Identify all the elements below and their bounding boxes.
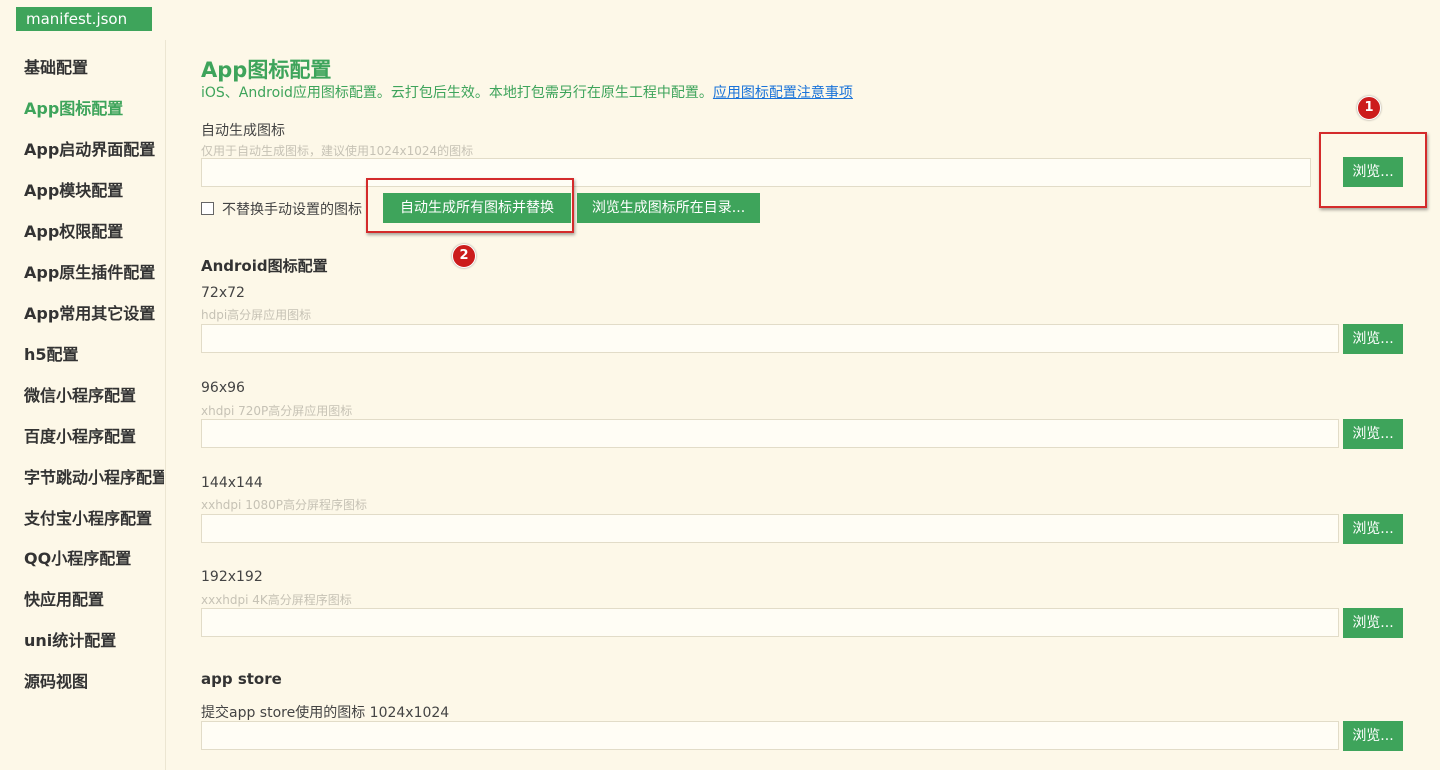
sidebar-item-toutiao[interactable]: 字节跳动小程序配置 — [24, 464, 164, 488]
appstore-section-title: app store — [201, 670, 282, 688]
android-144-browse-button[interactable]: 浏览... — [1343, 514, 1403, 544]
sidebar-item-h5[interactable]: h5配置 — [24, 341, 164, 365]
sidebar-item-app-splash[interactable]: App启动界面配置 — [24, 136, 164, 160]
android-96-hint: xhdpi 720P高分屏应用图标 — [201, 404, 353, 418]
description-text: iOS、Android应用图标配置。云打包后生效。本地打包需另行在原生工程中配置… — [201, 85, 713, 101]
keep-manual-icons-label: 不替换手动设置的图标 — [222, 202, 362, 218]
appstore-icon-label: 提交app store使用的图标 1024x1024 — [201, 705, 450, 721]
sidebar-item-weixin[interactable]: 微信小程序配置 — [24, 382, 164, 406]
browse-generated-dir-button[interactable]: 浏览生成图标所在目录... — [577, 193, 760, 223]
auto-icon-hint: 仅用于自动生成图标，建议使用1024x1024的图标 — [201, 144, 474, 158]
android-72-hint: hdpi高分屏应用图标 — [201, 308, 312, 322]
android-192-hint: xxxhdpi 4K高分屏程序图标 — [201, 593, 352, 607]
keep-manual-icons-checkbox[interactable] — [201, 202, 214, 215]
android-144-label: 144x144 — [201, 475, 263, 491]
annotation-marker-1: 1 — [1357, 96, 1381, 120]
sidebar-item-quickapp[interactable]: 快应用配置 — [24, 586, 164, 610]
icon-config-notes-link[interactable]: 应用图标配置注意事项 — [713, 85, 853, 101]
highlight-box-generate — [366, 178, 574, 233]
main-panel: App图标配置 iOS、Android应用图标配置。云打包后生效。本地打包需另行… — [201, 0, 1440, 770]
android-96-browse-button[interactable]: 浏览... — [1343, 419, 1403, 449]
android-192-input[interactable] — [201, 608, 1339, 637]
sidebar-item-app-other-settings[interactable]: App常用其它设置 — [24, 300, 164, 324]
sidebar-item-app-permissions[interactable]: App权限配置 — [24, 218, 164, 242]
highlight-box-browse — [1319, 132, 1427, 208]
sidebar-item-qq[interactable]: QQ小程序配置 — [24, 545, 164, 569]
page-description: iOS、Android应用图标配置。云打包后生效。本地打包需另行在原生工程中配置… — [201, 82, 853, 102]
android-96-label: 96x96 — [201, 380, 245, 396]
sidebar-item-app-icon[interactable]: App图标配置 — [24, 95, 164, 119]
android-192-browse-button[interactable]: 浏览... — [1343, 608, 1403, 638]
sidebar-item-uni-stat[interactable]: uni统计配置 — [24, 627, 164, 651]
sidebar: 基础配置 App图标配置 App启动界面配置 App模块配置 App权限配置 A… — [0, 40, 166, 770]
page-title: App图标配置 — [201, 58, 332, 82]
android-72-input[interactable] — [201, 324, 1339, 353]
android-72-browse-button[interactable]: 浏览... — [1343, 324, 1403, 354]
sidebar-item-basic[interactable]: 基础配置 — [24, 54, 164, 78]
android-192-label: 192x192 — [201, 569, 263, 585]
android-144-hint: xxhdpi 1080P高分屏程序图标 — [201, 498, 367, 512]
android-144-input[interactable] — [201, 514, 1339, 543]
android-96-input[interactable] — [201, 419, 1339, 448]
auto-icon-label: 自动生成图标 — [201, 123, 285, 139]
android-section-title: Android图标配置 — [201, 257, 328, 275]
sidebar-item-app-native-plugins[interactable]: App原生插件配置 — [24, 259, 164, 283]
annotation-marker-2: 2 — [452, 244, 476, 268]
sidebar-item-source-view[interactable]: 源码视图 — [24, 668, 164, 692]
android-72-label: 72x72 — [201, 285, 245, 301]
sidebar-item-baidu[interactable]: 百度小程序配置 — [24, 423, 164, 447]
appstore-browse-button[interactable]: 浏览... — [1343, 721, 1403, 751]
keep-manual-icons-option[interactable]: 不替换手动设置的图标 — [201, 199, 362, 219]
sidebar-item-alipay[interactable]: 支付宝小程序配置 — [24, 505, 164, 529]
file-tab-manifest[interactable]: manifest.json — [16, 7, 152, 31]
appstore-icon-input[interactable] — [201, 721, 1339, 750]
sidebar-item-app-modules[interactable]: App模块配置 — [24, 177, 164, 201]
